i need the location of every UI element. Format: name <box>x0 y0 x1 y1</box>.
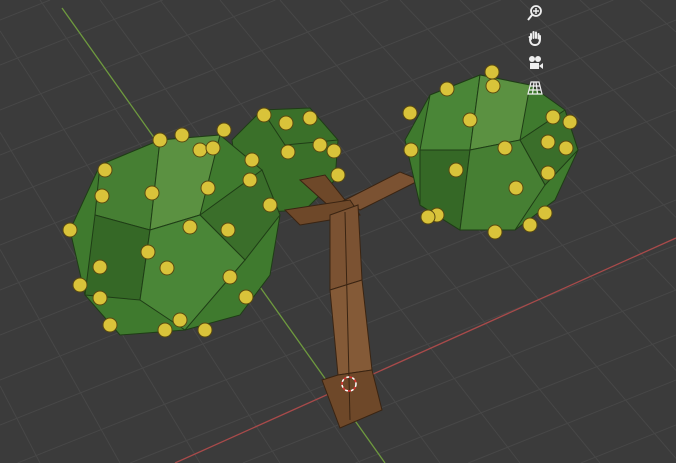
fruit <box>174 127 190 143</box>
grid-line <box>579 0 676 90</box>
canopy-right <box>404 74 579 231</box>
fruit <box>216 122 232 138</box>
grid-line <box>468 379 676 463</box>
fruit <box>484 64 500 80</box>
fruit <box>522 217 538 233</box>
fruit <box>200 180 216 196</box>
fruit <box>439 81 455 97</box>
fruit <box>537 205 553 221</box>
fruit <box>192 142 208 158</box>
fruit <box>540 165 556 181</box>
fruit <box>256 107 272 123</box>
fruit <box>182 219 198 235</box>
fruit <box>205 140 221 156</box>
fruit <box>242 172 258 188</box>
fruit <box>92 290 108 306</box>
grid-line <box>580 424 676 463</box>
fruit <box>222 269 238 285</box>
fruit <box>172 312 188 328</box>
fruit <box>302 110 318 126</box>
fruit <box>403 142 419 158</box>
fruit <box>238 289 254 305</box>
fruit <box>140 244 156 260</box>
fruit <box>220 222 236 238</box>
fruit <box>448 162 464 178</box>
fruit <box>102 317 118 333</box>
fruit <box>558 140 574 156</box>
camera-icon[interactable] <box>523 52 547 74</box>
hand-pan-icon[interactable] <box>523 27 547 49</box>
fruit <box>562 114 578 130</box>
fruit <box>330 167 346 183</box>
fruit <box>152 132 168 148</box>
fruit <box>497 140 513 156</box>
fruit <box>62 222 78 238</box>
fruit <box>508 180 524 196</box>
fruit <box>545 109 561 125</box>
grid-line <box>242 289 676 463</box>
grid-line <box>0 385 41 463</box>
fruit <box>157 322 173 338</box>
fruit <box>420 209 436 225</box>
fruit <box>159 260 175 276</box>
fruit <box>462 112 478 128</box>
fruit <box>540 134 556 150</box>
3d-viewport[interactable] <box>0 0 676 463</box>
grid-perspective-icon[interactable] <box>523 77 547 99</box>
fruit <box>262 197 278 213</box>
zoom-icon[interactable] <box>523 2 547 24</box>
fruit <box>94 188 110 204</box>
fruit <box>97 162 113 178</box>
fruit <box>402 105 418 121</box>
fruit <box>280 144 296 160</box>
fruit <box>144 185 160 201</box>
fruit <box>485 78 501 94</box>
fruit <box>197 322 213 338</box>
fruit <box>72 277 88 293</box>
fruit <box>312 137 328 153</box>
fruit <box>278 115 294 131</box>
fruit <box>92 259 108 275</box>
fruit <box>487 224 503 240</box>
fruit <box>326 143 342 159</box>
tree-model[interactable] <box>62 64 579 429</box>
fruit <box>244 152 260 168</box>
